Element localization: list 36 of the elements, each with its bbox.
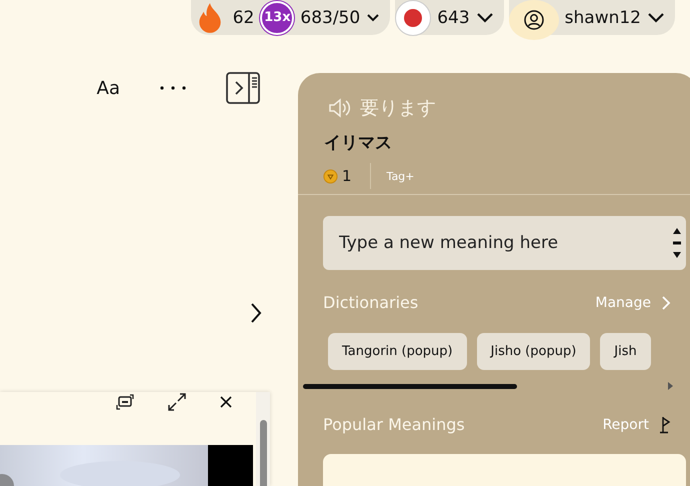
flag-icon <box>659 416 671 434</box>
streak-count: 62 <box>232 8 254 28</box>
close-icon[interactable] <box>220 396 232 408</box>
chevron-down-icon <box>647 12 665 24</box>
stats-pill[interactable]: 62 13x 683/50 <box>190 0 390 35</box>
chevron-right-icon <box>661 296 671 310</box>
coin-count: 1 <box>342 167 352 185</box>
chevron-down-icon <box>476 12 494 24</box>
meaning-field[interactable]: Type a new meaning here <box>323 216 686 270</box>
section-title: Dictionaries <box>323 293 418 312</box>
sidebar-toggle-icon[interactable] <box>226 72 260 104</box>
scrollbar-thumb[interactable] <box>303 384 517 388</box>
multiplier-badge: 13x <box>260 0 294 34</box>
avatar-icon <box>508 0 559 40</box>
scroll-right-icon[interactable] <box>668 382 673 390</box>
chevron-right-icon[interactable] <box>250 302 262 324</box>
chevron-down-icon <box>366 12 380 22</box>
section-title: Popular Meanings <box>323 415 465 434</box>
coin-icon <box>323 168 338 184</box>
username: shawn12 <box>564 8 641 28</box>
picture-in-picture-icon[interactable] <box>116 394 134 410</box>
more-icon[interactable] <box>160 86 186 90</box>
points-pill[interactable]: 643 <box>395 0 504 35</box>
font-button[interactable]: Aa <box>96 78 120 98</box>
spinner-icon <box>672 226 682 260</box>
points-count: 643 <box>437 8 470 28</box>
expand-icon[interactable] <box>168 393 186 411</box>
record-icon <box>395 0 432 36</box>
dictionary-chip[interactable]: Jisho (popup) <box>476 333 590 370</box>
reading-text: イリマス <box>323 132 393 154</box>
dictionary-chip[interactable]: Tangorin (popup) <box>328 333 467 370</box>
scrollbar[interactable] <box>256 392 270 486</box>
vocab-word: 要ります <box>360 96 436 121</box>
progress-count: 683/50 <box>300 8 360 28</box>
dictionary-chip[interactable]: Jish <box>600 333 651 370</box>
flame-icon <box>196 2 223 34</box>
